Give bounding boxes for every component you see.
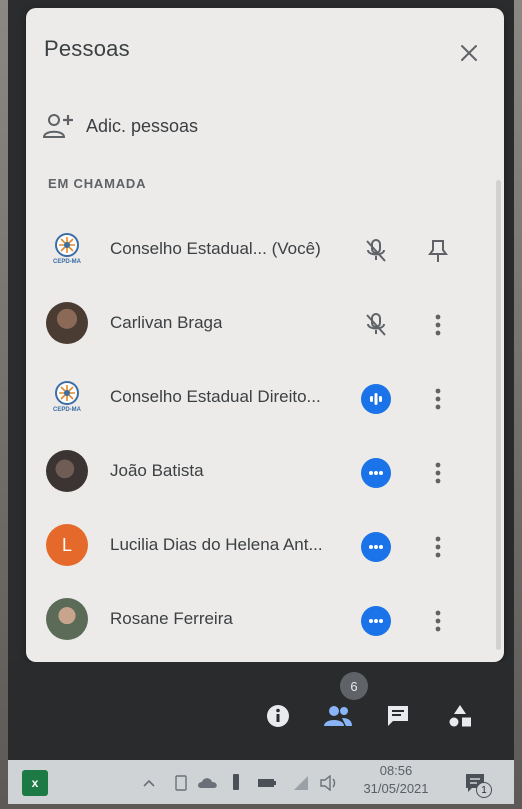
- more-vert-icon: [435, 388, 441, 410]
- more-options-button[interactable]: [424, 605, 452, 637]
- more-options-button[interactable]: [424, 309, 452, 341]
- participant-name: João Batista: [110, 461, 204, 480]
- more-options-button[interactable]: [424, 457, 452, 489]
- clock-date: 31/05/2021: [363, 781, 429, 796]
- participant-row[interactable]: CEPD-MA Conselho Estadual Direito...: [26, 361, 504, 435]
- notification-count: 1: [476, 782, 492, 798]
- participant-row[interactable]: Carlivan Braga: [26, 287, 504, 361]
- more-horiz-icon: [369, 471, 383, 475]
- avatar: [46, 302, 88, 344]
- audio-status: [360, 531, 392, 563]
- more-vert-icon: [435, 462, 441, 484]
- participant-name: Carlivan Braga: [110, 313, 223, 332]
- people-button[interactable]: [320, 698, 356, 734]
- mic-off-icon: [360, 235, 392, 267]
- person-add-icon: [38, 106, 78, 146]
- more-horiz-icon: [369, 545, 383, 549]
- more-options-button[interactable]: [424, 531, 452, 563]
- device-icon[interactable]: [172, 772, 190, 794]
- speaking-indicator: [360, 383, 392, 415]
- section-label: EM CHAMADA: [48, 176, 147, 191]
- close-button[interactable]: [454, 38, 484, 68]
- logo-text: CEPD-MA: [53, 407, 81, 413]
- add-people-button[interactable]: Adic. pessoas: [38, 106, 278, 146]
- participant-name: Conselho Estadual Direito...: [110, 387, 321, 406]
- onedrive-cloud-icon[interactable]: [196, 772, 220, 794]
- activities-icon: [449, 705, 471, 727]
- volume-icon[interactable]: [318, 772, 340, 794]
- participant-name: Lucilia Dias do Helena Ant...: [110, 535, 323, 554]
- avatar: [46, 450, 88, 492]
- activities-button[interactable]: [442, 698, 478, 734]
- participant-row[interactable]: L Lucilia Dias do Helena Ant...: [26, 509, 504, 583]
- people-panel: Pessoas Adic. pessoas EM CHAMADA CEPD-MA…: [26, 8, 504, 662]
- close-icon: [461, 45, 477, 61]
- usb-drive-icon[interactable]: [228, 770, 244, 794]
- wifi-icon[interactable]: [290, 772, 312, 794]
- audio-status: [360, 457, 392, 489]
- info-icon: [267, 705, 289, 727]
- mic-off-icon: [360, 309, 392, 341]
- speaking-icon: [370, 393, 382, 405]
- people-count-badge: 6: [340, 672, 368, 700]
- participant-row[interactable]: Rosane Ferreira: [26, 583, 504, 657]
- participant-name: Rosane Ferreira: [110, 609, 233, 628]
- avatar: L: [46, 524, 88, 566]
- participant-row[interactable]: João Batista: [26, 435, 504, 509]
- panel-header: Pessoas: [26, 8, 504, 88]
- more-horiz-icon: [369, 619, 383, 623]
- more-vert-icon: [435, 610, 441, 632]
- notifications-button[interactable]: 1: [460, 768, 492, 798]
- pin-button[interactable]: [424, 235, 452, 267]
- more-vert-icon: [435, 536, 441, 558]
- meeting-details-button[interactable]: [260, 698, 296, 734]
- participant-row[interactable]: CEPD-MA Conselho Estadual... (Você): [26, 213, 504, 287]
- logo-text: CEPD-MA: [53, 259, 81, 265]
- more-options-button[interactable]: [424, 383, 452, 415]
- people-icon: [324, 706, 352, 726]
- audio-status: [360, 605, 392, 637]
- clock-time: 08:56: [379, 763, 413, 778]
- add-people-label: Adic. pessoas: [86, 115, 199, 136]
- cepd-logo-avatar: CEPD-MA: [46, 376, 88, 418]
- participant-list: CEPD-MA Conselho Estadual... (Você) Carl…: [26, 213, 504, 657]
- avatar: [46, 598, 88, 640]
- participant-name: Conselho Estadual... (Você): [110, 239, 321, 258]
- more-vert-icon: [435, 314, 441, 336]
- pin-icon: [428, 240, 448, 262]
- excel-app-icon[interactable]: x: [22, 770, 48, 796]
- cepd-logo-avatar: CEPD-MA: [46, 228, 88, 270]
- battery-icon[interactable]: [256, 774, 278, 792]
- chat-icon: [388, 706, 408, 726]
- chat-button[interactable]: [380, 698, 416, 734]
- taskbar-clock[interactable]: 08:56 31/05/2021: [346, 762, 446, 798]
- show-hidden-icons-chevron-icon[interactable]: [140, 774, 158, 792]
- panel-title: Pessoas: [44, 36, 130, 61]
